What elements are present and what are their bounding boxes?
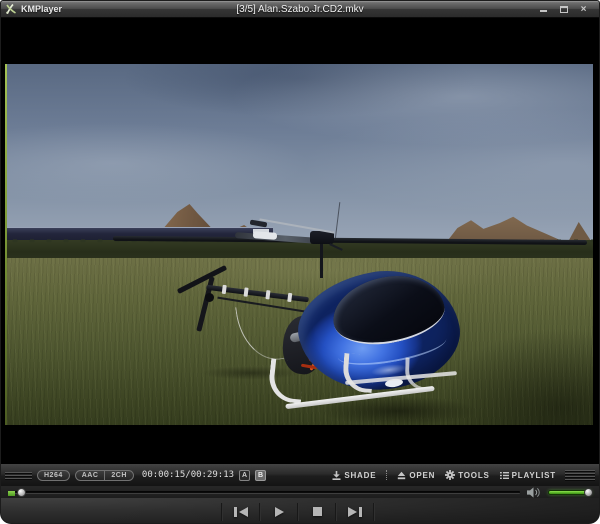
minimize-button[interactable]	[537, 4, 550, 15]
time-current: 00:00:15	[142, 470, 185, 480]
titlebar[interactable]: KMPlayer [3/5] Alan.Szabo.Jr.CD2.mkv ×	[1, 1, 599, 18]
transport-buttons	[221, 498, 375, 524]
minimize-icon	[540, 10, 547, 12]
volume-bar[interactable]	[548, 490, 592, 495]
playlist-label: PLAYLIST	[512, 471, 556, 480]
audio-codec-badge: AAC	[76, 471, 105, 480]
sky	[7, 64, 593, 244]
audio-codec-badge-group: AAC 2CH	[75, 470, 134, 481]
video-frame	[7, 64, 593, 425]
speaker-icon[interactable]	[527, 487, 542, 498]
tools-label: TOOLS	[458, 471, 489, 480]
app-brand: KMPlayer	[1, 3, 62, 15]
seek-knob[interactable]	[17, 488, 26, 497]
shade-icon	[332, 471, 341, 480]
kmplayer-window: KMPlayer [3/5] Alan.Szabo.Jr.CD2.mkv ×	[0, 0, 600, 524]
stop-icon	[313, 507, 322, 516]
volume-knob[interactable]	[584, 488, 593, 497]
statusbar-left-grip	[5, 472, 32, 479]
video-codec-badge: H264	[37, 470, 70, 481]
shade-label: SHADE	[344, 471, 376, 480]
previous-button[interactable]	[223, 500, 259, 523]
tools-menu-item[interactable]: TOOLS	[445, 470, 489, 480]
stop-button[interactable]	[299, 500, 335, 523]
tail-rotor-hub	[205, 293, 214, 302]
transport-separator	[373, 503, 375, 521]
open-eject-icon	[397, 471, 406, 480]
seek-bar[interactable]	[8, 491, 520, 494]
kmplayer-logo-icon	[5, 3, 18, 15]
playlist-menu-item[interactable]: PLAYLIST	[500, 471, 556, 480]
play-button[interactable]	[261, 500, 297, 523]
transport-row	[1, 498, 599, 524]
open-label: OPEN	[409, 471, 435, 480]
controlbar	[1, 486, 599, 524]
statusbar: H264 AAC 2CH 00:00:15/00:29:13 A B SHADE	[1, 463, 599, 486]
rotor-mast	[320, 242, 323, 278]
repeat-b-button[interactable]: B	[255, 470, 266, 481]
window-controls: ×	[537, 4, 599, 15]
channels-badge: 2CH	[104, 471, 133, 480]
tools-gear-icon	[445, 470, 455, 480]
next-button[interactable]	[337, 500, 373, 523]
statusbar-right-grip	[565, 470, 595, 480]
open-menu-item[interactable]: OPEN	[397, 471, 435, 480]
repeat-a-button[interactable]: A	[239, 470, 250, 481]
close-button[interactable]: ×	[577, 4, 590, 15]
time-display: 00:00:15/00:29:13	[142, 470, 234, 480]
previous-icon	[234, 507, 237, 517]
playlist-icon	[500, 471, 509, 480]
seek-row	[1, 486, 599, 498]
next-icon	[348, 507, 357, 517]
play-icon	[275, 507, 284, 517]
maximize-button[interactable]	[557, 4, 570, 15]
video-area[interactable]	[1, 18, 599, 463]
maximize-icon	[560, 6, 568, 13]
volume-controls	[527, 487, 592, 498]
app-name: KMPlayer	[21, 4, 62, 14]
menu-separator	[386, 470, 387, 480]
window-title: [3/5] Alan.Szabo.Jr.CD2.mkv	[1, 4, 599, 15]
time-total: 00:29:13	[191, 470, 234, 480]
seek-progress	[8, 491, 15, 496]
helicopter-shadow	[297, 392, 499, 425]
shade-menu-item[interactable]: SHADE	[332, 471, 376, 480]
statusbar-menu: SHADE OPEN	[332, 470, 560, 480]
